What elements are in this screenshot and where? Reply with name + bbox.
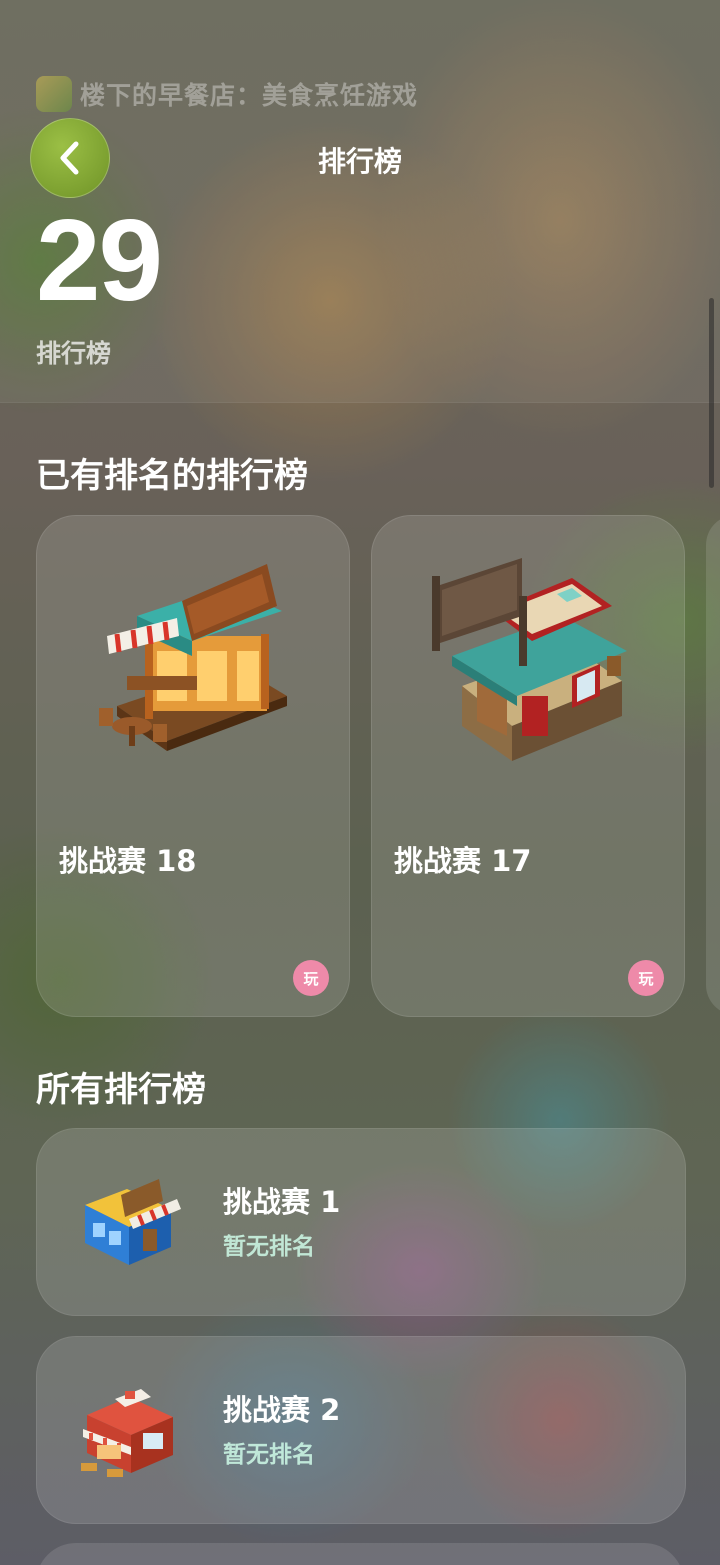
blue-shop-illustration xyxy=(85,1179,181,1265)
all-section-title: 所有排行榜 xyxy=(36,1070,206,1110)
game-badge-icon: 玩 xyxy=(628,960,664,996)
wooden-food-stall-illustration xyxy=(99,564,287,751)
page-title: 排行榜 xyxy=(317,145,402,178)
red-shop-illustration xyxy=(81,1389,173,1477)
card-title: 挑战赛 17 xyxy=(394,844,532,878)
leaderboard-card[interactable]: 挑战赛 18 玩 xyxy=(36,515,350,1017)
leaderboard-row-partial[interactable] xyxy=(36,1543,684,1565)
row-status: 暂无排名 xyxy=(223,1234,315,1260)
ranked-section-title: 已有排名的排行榜 xyxy=(36,456,308,496)
scrollbar[interactable] xyxy=(709,298,714,488)
teal-roof-shop-illustration xyxy=(432,558,627,761)
row-title: 挑战赛 1 xyxy=(223,1185,341,1219)
row-title: 挑战赛 2 xyxy=(223,1393,341,1427)
leaderboard-card[interactable]: 挑战赛 17 玩 xyxy=(371,515,685,1017)
game-badge-icon: 玩 xyxy=(293,960,329,996)
leaderboard-count-caption: 排行榜 xyxy=(36,339,112,368)
leaderboard-row[interactable]: 挑战赛 2 暂无排名 xyxy=(36,1336,686,1524)
leaderboard-card-partial[interactable] xyxy=(706,515,720,1015)
card-title: 挑战赛 18 xyxy=(59,844,197,878)
leaderboard-count: 29 xyxy=(36,195,163,325)
background-app-title: 楼下的早餐店：美食烹饪游戏 xyxy=(80,81,419,110)
leaderboard-row[interactable]: 挑战赛 1 暂无排名 xyxy=(36,1128,686,1316)
row-status: 暂无排名 xyxy=(223,1442,315,1468)
background-app-icon xyxy=(36,76,72,112)
